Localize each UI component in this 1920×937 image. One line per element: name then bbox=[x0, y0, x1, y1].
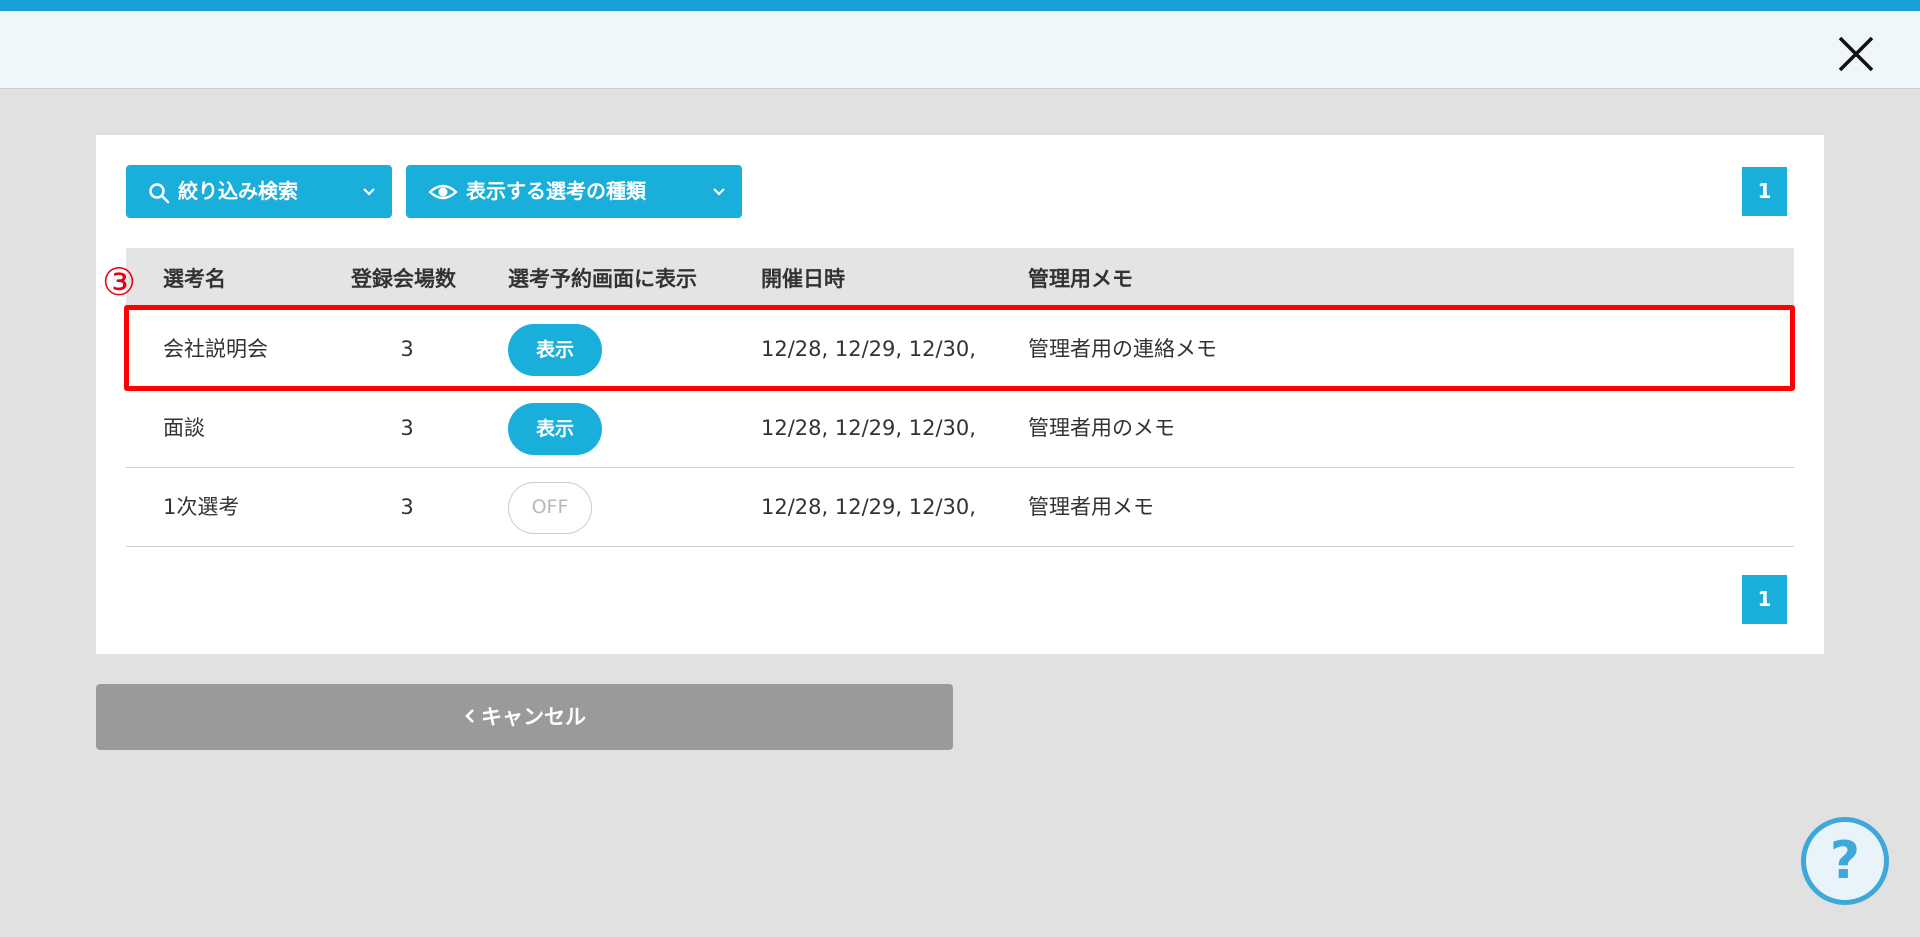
row-dates: 12/28, 12/29, 12/30, bbox=[761, 337, 976, 361]
column-header-venues: 登録会場数 bbox=[351, 267, 456, 291]
header-bar bbox=[0, 11, 1920, 89]
cancel-button[interactable]: キャンセル bbox=[96, 684, 953, 750]
row-venues: 3 bbox=[400, 337, 414, 361]
table-header: 選考名 登録会場数 選考予約画面に表示 開催日時 管理用メモ bbox=[126, 248, 1794, 310]
row-dates: 12/28, 12/29, 12/30, bbox=[761, 495, 976, 519]
column-header-memo: 管理用メモ bbox=[1028, 267, 1133, 291]
table-row[interactable]: 面談 3 表示 12/28, 12/29, 12/30, 管理者用のメモ bbox=[126, 389, 1794, 468]
row-venues: 3 bbox=[400, 495, 414, 519]
chevron-left-icon bbox=[465, 709, 474, 723]
eye-icon bbox=[428, 184, 458, 200]
chevron-down-icon bbox=[713, 188, 725, 196]
filter-search-button[interactable]: 絞り込み検索 bbox=[126, 165, 392, 218]
column-header-name: 選考名 bbox=[163, 267, 226, 291]
help-icon[interactable]: ? bbox=[1801, 817, 1889, 905]
close-icon[interactable] bbox=[1836, 34, 1876, 74]
display-toggle[interactable]: 表示 bbox=[508, 403, 602, 455]
row-memo: 管理者用の連絡メモ bbox=[1028, 337, 1217, 361]
filter-search-label: 絞り込み検索 bbox=[178, 179, 298, 203]
chevron-down-icon bbox=[363, 188, 375, 196]
pagination-page-top[interactable]: 1 bbox=[1742, 167, 1787, 216]
row-memo: 管理者用のメモ bbox=[1028, 416, 1175, 440]
display-toggle[interactable]: OFF bbox=[508, 482, 592, 534]
row-name: 会社説明会 bbox=[163, 337, 268, 361]
search-icon bbox=[149, 183, 170, 204]
display-types-button[interactable]: 表示する選考の種類 bbox=[406, 165, 742, 218]
row-name: 面談 bbox=[163, 416, 205, 440]
row-venues: 3 bbox=[400, 416, 414, 440]
row-dates: 12/28, 12/29, 12/30, bbox=[761, 416, 976, 440]
pagination-page-bottom[interactable]: 1 bbox=[1742, 575, 1787, 624]
table-row[interactable]: 1次選考 3 OFF 12/28, 12/29, 12/30, 管理者用メモ bbox=[126, 468, 1794, 547]
selection-list-panel: 絞り込み検索 表示する選考の種類 1 選考名 登録会場数 選考予約画面に表示 開… bbox=[96, 135, 1824, 654]
top-accent-bar bbox=[0, 0, 1920, 11]
column-header-dates: 開催日時 bbox=[761, 267, 845, 291]
row-memo: 管理者用メモ bbox=[1028, 495, 1154, 519]
row-name: 1次選考 bbox=[163, 495, 240, 519]
table-row[interactable]: 会社説明会 3 表示 12/28, 12/29, 12/30, 管理者用の連絡メ… bbox=[126, 310, 1794, 389]
cancel-label: キャンセル bbox=[481, 705, 586, 729]
display-types-label: 表示する選考の種類 bbox=[466, 179, 646, 203]
step-marker: ③ bbox=[102, 260, 137, 304]
display-toggle[interactable]: 表示 bbox=[508, 324, 602, 376]
column-header-display: 選考予約画面に表示 bbox=[508, 267, 697, 291]
